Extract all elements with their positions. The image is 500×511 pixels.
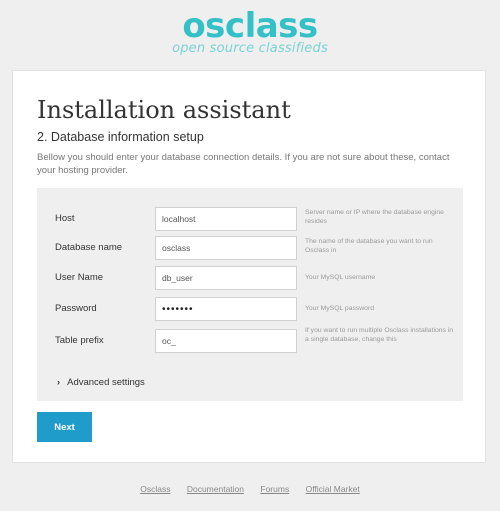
logo-wordmark: osclass bbox=[182, 6, 318, 46]
dbname-help: The name of the database you want to run… bbox=[305, 238, 433, 254]
next-button[interactable]: Next bbox=[37, 412, 92, 442]
host-input[interactable] bbox=[155, 207, 297, 231]
advanced-settings-toggle[interactable]: › Advanced settings bbox=[57, 376, 145, 389]
prefix-input[interactable] bbox=[155, 329, 297, 353]
username-row: User Name Your MySQL username bbox=[37, 266, 463, 290]
prefix-label: Table prefix bbox=[55, 335, 104, 346]
footer-link-official-market[interactable]: Official Market bbox=[306, 484, 360, 494]
step-title: 2. Database information setup bbox=[37, 130, 204, 144]
dbname-input[interactable] bbox=[155, 236, 297, 260]
advanced-settings-label: Advanced settings bbox=[67, 377, 145, 388]
username-help: Your MySQL username bbox=[305, 274, 376, 281]
page-title: Installation assistant bbox=[37, 96, 291, 124]
logo-tagline: open source classifieds bbox=[172, 41, 328, 56]
username-input[interactable] bbox=[155, 266, 297, 290]
dbname-row: Database name The name of the database y… bbox=[37, 236, 463, 260]
password-row: Password Your MySQL password bbox=[37, 297, 463, 321]
password-label: Password bbox=[55, 303, 97, 314]
prefix-row: Table prefix If you want to run multiple… bbox=[37, 327, 463, 353]
footer-link-forums[interactable]: Forums bbox=[260, 484, 289, 494]
host-label: Host bbox=[55, 213, 75, 224]
installer-page: osclass open source classifieds Installa… bbox=[0, 0, 500, 511]
host-row: Host Server name or IP where the databas… bbox=[37, 207, 463, 231]
chevron-right-icon: › bbox=[57, 377, 60, 387]
host-help: Server name or IP where the database eng… bbox=[305, 209, 444, 225]
prefix-help: If you want to run multiple Osclass inst… bbox=[305, 327, 454, 343]
footer-link-osclass[interactable]: Osclass bbox=[140, 484, 170, 494]
password-input[interactable] bbox=[155, 297, 297, 321]
database-form: Host Server name or IP where the databas… bbox=[37, 188, 463, 401]
password-help: Your MySQL password bbox=[305, 305, 375, 312]
dbname-label: Database name bbox=[55, 242, 123, 253]
username-label: User Name bbox=[55, 272, 104, 283]
install-card: Installation assistant 2. Database infor… bbox=[12, 70, 486, 463]
footer-links: Osclass Documentation Forums Official Ma… bbox=[0, 484, 500, 494]
step-description: Bellow you should enter your database co… bbox=[37, 152, 450, 176]
osclass-logo: osclass open source classifieds bbox=[0, 8, 500, 56]
footer-link-documentation[interactable]: Documentation bbox=[187, 484, 244, 494]
